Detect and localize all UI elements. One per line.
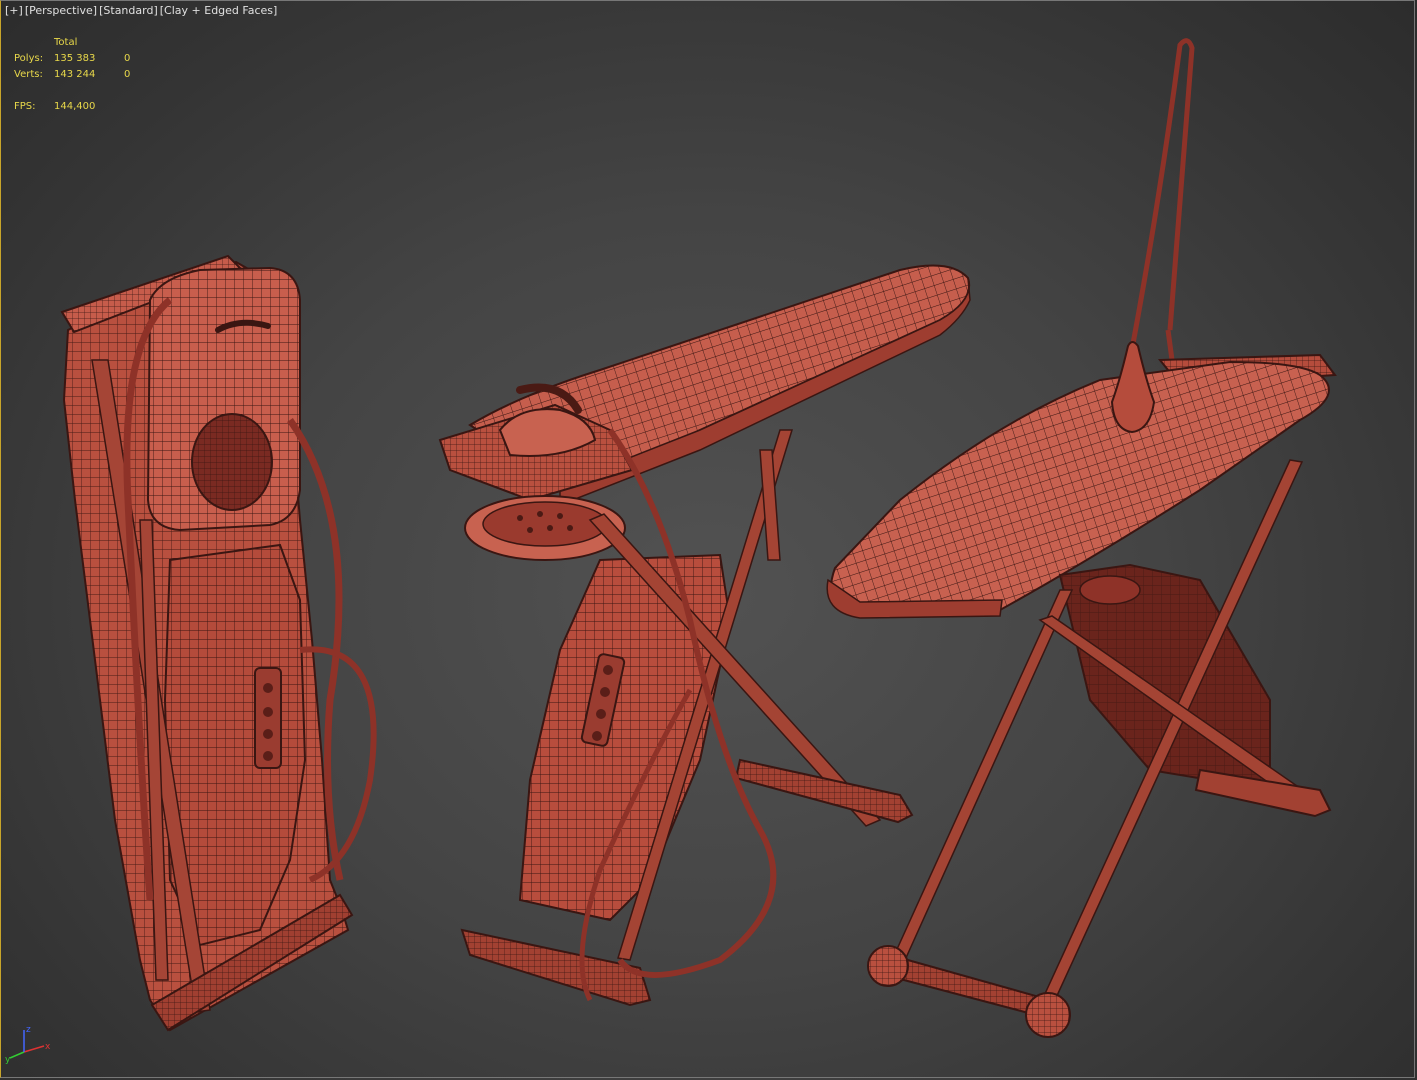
gizmo-x-label: x xyxy=(45,1042,51,1052)
folded-ironing-board-model[interactable] xyxy=(60,254,377,1032)
axis-gizmo-icon: x y z xyxy=(5,1025,51,1064)
3d-viewport[interactable]: [+] [Perspective] [Standard] [Clay + Edg… xyxy=(0,0,1417,1080)
scene-canvas[interactable] xyxy=(0,0,1417,1080)
gizmo-y-label: y xyxy=(5,1055,11,1064)
ironing-board-perspective-model[interactable] xyxy=(826,38,1337,1038)
gizmo-z-label: z xyxy=(26,1025,31,1035)
ironing-board-side-model[interactable] xyxy=(438,264,971,1007)
